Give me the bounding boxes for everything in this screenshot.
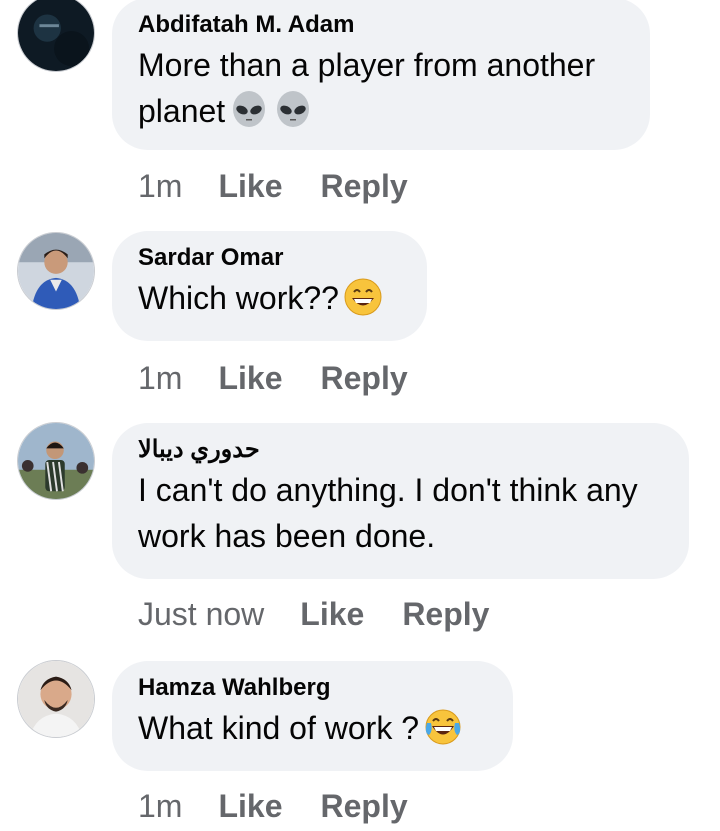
comment-bubble: Sardar Omar Which work??	[112, 231, 427, 341]
comment-author[interactable]: Abdifatah M. Adam	[138, 10, 624, 40]
comment-actions: 1m Like Reply	[138, 166, 408, 206]
comment-text-line: More than a player from another	[138, 47, 596, 83]
comment-timestamp[interactable]: 1m	[138, 358, 182, 398]
tears-of-joy-emoji	[423, 707, 463, 747]
comment-author[interactable]: Sardar Omar	[138, 243, 401, 273]
comment-text: More than a player from another planet	[138, 42, 624, 134]
comment-text-fragment: Which work??	[138, 280, 339, 316]
like-button[interactable]: Like	[300, 594, 364, 634]
comment-text-line: planet	[138, 88, 624, 134]
comment-bubble: Hamza Wahlberg What kind of work ?	[112, 661, 513, 771]
comment-actions: Just now Like Reply	[138, 594, 489, 634]
comment-text: Which work??	[138, 275, 401, 321]
avatar[interactable]	[17, 232, 95, 310]
comment-author[interactable]: حدوري ديبالا	[138, 435, 663, 465]
comment-text: What kind of work ?	[138, 705, 487, 751]
reply-button[interactable]: Reply	[320, 166, 407, 206]
comment-text-fragment: What kind of work ?	[138, 710, 419, 746]
comment-timestamp[interactable]: 1m	[138, 166, 182, 206]
comment-text: I can't do anything. I don't think any w…	[138, 467, 663, 559]
comment-timestamp[interactable]: Just now	[138, 594, 264, 634]
comment-timestamp[interactable]: 1m	[138, 786, 182, 826]
alien-emoji	[273, 90, 313, 130]
avatar[interactable]	[17, 0, 95, 72]
avatar[interactable]	[17, 660, 95, 738]
grinning-sweat-emoji	[343, 277, 383, 317]
comment-author[interactable]: Hamza Wahlberg	[138, 673, 487, 703]
comment-text-fragment: planet	[138, 93, 226, 129]
reply-button[interactable]: Reply	[320, 358, 407, 398]
like-button[interactable]: Like	[218, 166, 282, 206]
like-button[interactable]: Like	[218, 358, 282, 398]
reply-button[interactable]: Reply	[402, 594, 489, 634]
comment-actions: 1m Like Reply	[138, 358, 408, 398]
comment-text-line: I can't do anything. I don't think any	[138, 472, 638, 508]
alien-emoji	[229, 90, 269, 130]
like-button[interactable]: Like	[218, 786, 282, 826]
reply-button[interactable]: Reply	[320, 786, 407, 826]
comment-actions: 1m Like Reply	[138, 786, 408, 826]
comment-bubble: Abdifatah M. Adam More than a player fro…	[112, 0, 650, 150]
comment-text-line: work has been done.	[138, 518, 436, 554]
comment-bubble: حدوري ديبالا I can't do anything. I don'…	[112, 423, 689, 579]
avatar[interactable]	[17, 422, 95, 500]
